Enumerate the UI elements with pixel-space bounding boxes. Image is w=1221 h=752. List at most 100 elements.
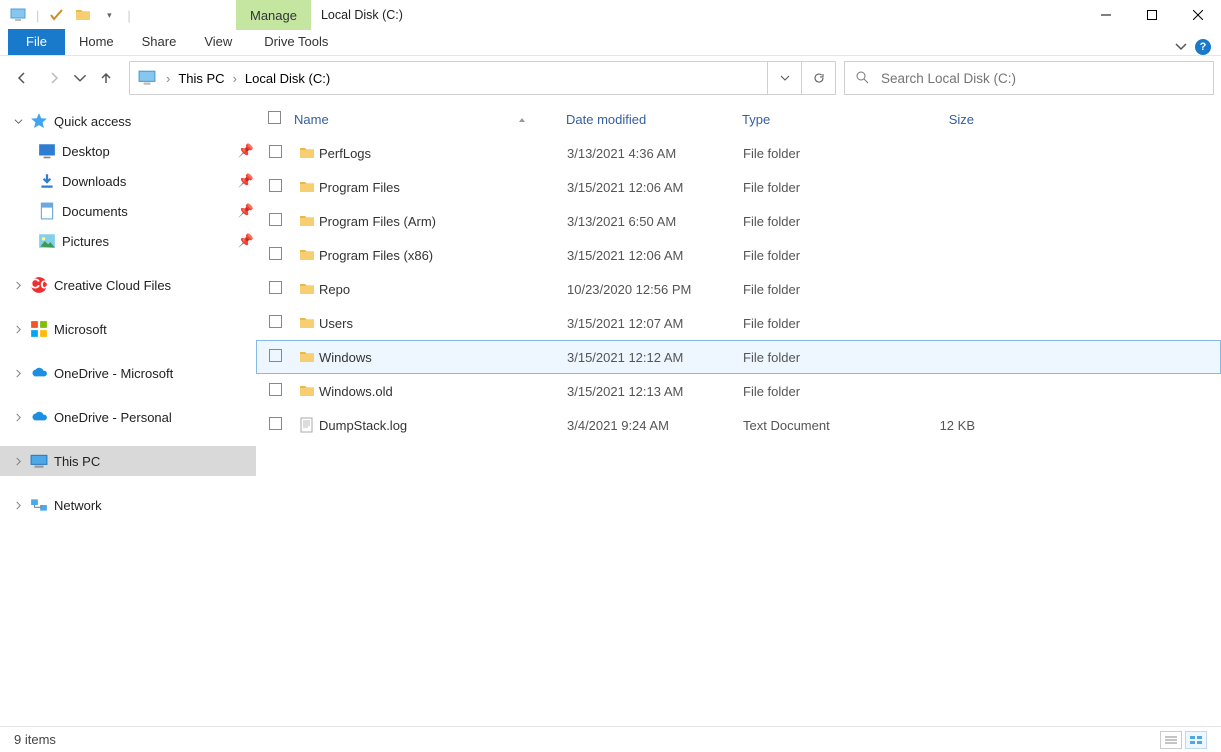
sidebar-item-label: Pictures: [62, 234, 230, 249]
sidebar-item[interactable]: Desktop 📌: [0, 136, 256, 166]
file-row[interactable]: Program Files (Arm) 3/13/2021 6:50 AM Fi…: [256, 204, 1221, 238]
folder-icon: [295, 145, 319, 161]
sidebar-item[interactable]: Network: [0, 490, 256, 520]
file-name: Repo: [319, 282, 567, 297]
chevron-right-icon[interactable]: ›: [162, 71, 174, 86]
recent-locations-button[interactable]: [71, 63, 89, 93]
close-button[interactable]: [1175, 0, 1221, 30]
file-type: Text Document: [743, 418, 885, 433]
file-date: 3/4/2021 9:24 AM: [567, 418, 743, 433]
file-row[interactable]: Windows 3/15/2021 12:12 AM File folder: [256, 340, 1221, 374]
row-checkbox[interactable]: [269, 349, 295, 365]
file-row[interactable]: DumpStack.log 3/4/2021 9:24 AM Text Docu…: [256, 408, 1221, 442]
chevron-right-icon[interactable]: ›: [229, 71, 241, 86]
file-type: File folder: [743, 214, 885, 229]
expand-ribbon-icon[interactable]: [1175, 40, 1187, 55]
file-row[interactable]: Repo 10/23/2020 12:56 PM File folder: [256, 272, 1221, 306]
file-row[interactable]: Program Files (x86) 3/15/2021 12:06 AM F…: [256, 238, 1221, 272]
file-name: Users: [319, 316, 567, 331]
file-row[interactable]: Users 3/15/2021 12:07 AM File folder: [256, 306, 1221, 340]
file-date: 10/23/2020 12:56 PM: [567, 282, 743, 297]
column-headers: Name Date modified Type Size: [256, 102, 1221, 136]
sidebar-item-label: Creative Cloud Files: [54, 278, 256, 293]
file-row[interactable]: Program Files 3/15/2021 12:06 AM File fo…: [256, 170, 1221, 204]
column-header-name[interactable]: Name: [294, 112, 566, 127]
chevron-right-icon[interactable]: [12, 369, 24, 378]
file-type: File folder: [743, 180, 885, 195]
file-row[interactable]: Windows.old 3/15/2021 12:13 AM File fold…: [256, 374, 1221, 408]
context-tab-manage[interactable]: Manage: [236, 0, 311, 30]
column-header-size[interactable]: Size: [884, 112, 974, 127]
address-dropdown-button[interactable]: [767, 61, 801, 95]
breadcrumb[interactable]: This PC: [174, 71, 228, 86]
refresh-button[interactable]: [801, 61, 835, 95]
tab-view[interactable]: View: [190, 29, 246, 55]
file-name: PerfLogs: [319, 146, 567, 161]
chevron-right-icon[interactable]: [12, 501, 24, 510]
tab-file[interactable]: File: [8, 29, 65, 55]
folder-icon: [295, 281, 319, 297]
row-checkbox[interactable]: [269, 247, 295, 263]
file-name: DumpStack.log: [319, 418, 567, 433]
row-checkbox[interactable]: [269, 417, 295, 433]
qat-customize-icon[interactable]: ▾: [101, 7, 117, 23]
sidebar-item-quick-access[interactable]: Quick access: [0, 106, 256, 136]
file-date: 3/13/2021 6:50 AM: [567, 214, 743, 229]
chevron-right-icon[interactable]: [12, 325, 24, 334]
sidebar-item[interactable]: OneDrive - Personal: [0, 402, 256, 432]
maximize-button[interactable]: [1129, 0, 1175, 30]
file-row[interactable]: PerfLogs 3/13/2021 4:36 AM File folder: [256, 136, 1221, 170]
chevron-down-icon[interactable]: [12, 117, 24, 126]
chevron-right-icon[interactable]: [12, 281, 24, 290]
tab-home[interactable]: Home: [65, 29, 128, 55]
tab-drive-tools[interactable]: Drive Tools: [250, 29, 342, 55]
row-checkbox[interactable]: [269, 383, 295, 399]
star-icon: [30, 112, 48, 130]
file-date: 3/15/2021 12:13 AM: [567, 384, 743, 399]
row-checkbox[interactable]: [269, 281, 295, 297]
row-checkbox[interactable]: [269, 145, 295, 161]
sidebar-item[interactable]: Downloads 📌: [0, 166, 256, 196]
search-icon: [855, 70, 869, 87]
row-checkbox[interactable]: [269, 179, 295, 195]
sidebar-item[interactable]: This PC: [0, 446, 256, 476]
text-icon: [295, 417, 319, 433]
file-date: 3/15/2021 12:12 AM: [567, 350, 743, 365]
column-header-type[interactable]: Type: [742, 112, 884, 127]
up-button[interactable]: [91, 63, 121, 93]
row-checkbox[interactable]: [269, 213, 295, 229]
tab-share[interactable]: Share: [128, 29, 191, 55]
folder-icon: [295, 349, 319, 365]
item-count: 9 items: [14, 732, 56, 747]
large-icons-view-button[interactable]: [1185, 731, 1207, 749]
sidebar-item[interactable]: Documents 📌: [0, 196, 256, 226]
chevron-right-icon[interactable]: [12, 457, 24, 466]
file-date: 3/15/2021 12:06 AM: [567, 180, 743, 195]
forward-button[interactable]: [39, 63, 69, 93]
address-bar[interactable]: › This PC › Local Disk (C:): [129, 61, 836, 95]
sidebar-item-label: OneDrive - Microsoft: [54, 366, 256, 381]
back-button[interactable]: [7, 63, 37, 93]
row-checkbox[interactable]: [269, 315, 295, 331]
ms-icon: [30, 320, 48, 338]
network-icon: [30, 496, 48, 514]
sidebar-item[interactable]: Creative Cloud Files: [0, 270, 256, 300]
chevron-right-icon[interactable]: [12, 413, 24, 422]
help-button[interactable]: ?: [1195, 39, 1211, 55]
sidebar-item[interactable]: OneDrive - Microsoft: [0, 358, 256, 388]
folder-icon: [295, 213, 319, 229]
pin-icon: 📌: [236, 173, 256, 189]
search-box[interactable]: [844, 61, 1214, 95]
breadcrumb[interactable]: Local Disk (C:): [241, 71, 334, 86]
status-bar: 9 items: [0, 726, 1221, 752]
sidebar-item[interactable]: Pictures 📌: [0, 226, 256, 256]
new-folder-icon[interactable]: [75, 7, 91, 23]
select-all-checkbox[interactable]: [268, 111, 294, 127]
details-view-button[interactable]: [1160, 731, 1182, 749]
properties-icon[interactable]: [49, 7, 65, 23]
minimize-button[interactable]: [1083, 0, 1129, 30]
column-header-date[interactable]: Date modified: [566, 112, 742, 127]
search-input[interactable]: [879, 70, 1203, 87]
sidebar-item[interactable]: Microsoft: [0, 314, 256, 344]
sort-ascending-icon: [518, 112, 526, 127]
